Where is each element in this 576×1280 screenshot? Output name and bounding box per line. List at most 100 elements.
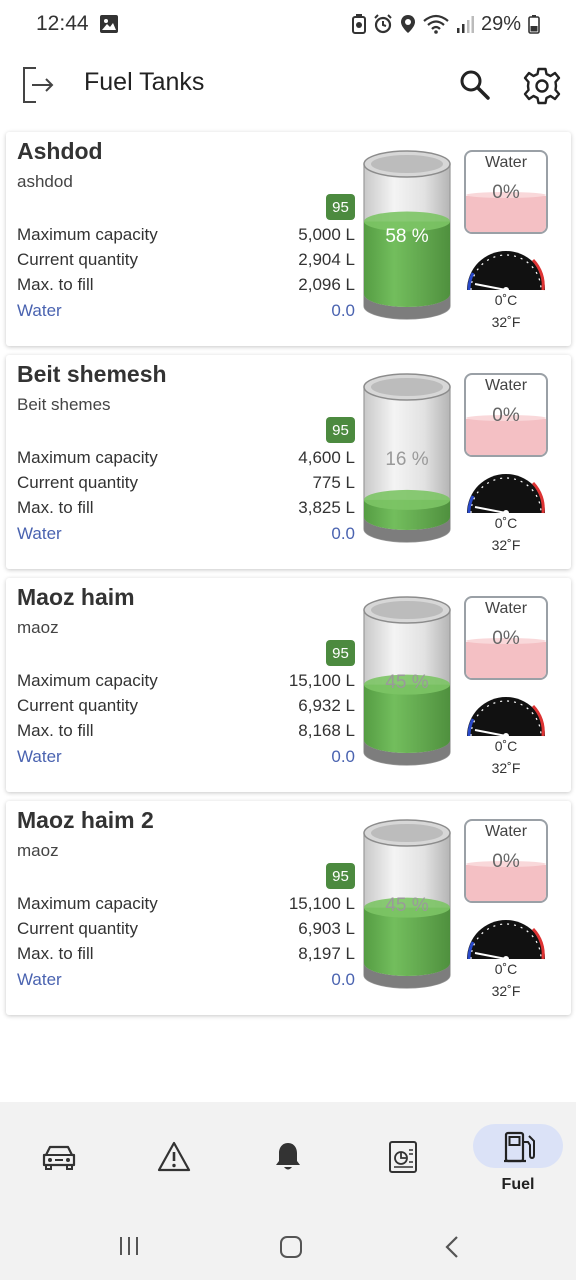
battery-saver-icon <box>351 14 366 34</box>
fill-percent-label: 45 % <box>385 895 428 916</box>
max-capacity-row: Maximum capacity 4,600 L <box>17 448 355 468</box>
tank-card[interactable]: Beit shemesh Beit shemes 95 Maximum capa… <box>6 355 571 569</box>
system-navigation-bar <box>0 1212 576 1280</box>
tank-card[interactable]: Maoz haim maoz 95 Maximum capacity 15,10… <box>6 578 571 792</box>
current-quantity-label: Current quantity <box>17 250 138 269</box>
status-bar: 12:44 29% <box>0 0 576 48</box>
tank-card[interactable]: Ashdod ashdod 95 Maximum capacity 5,000 … <box>6 132 571 346</box>
nav-alerts[interactable] <box>128 1124 218 1204</box>
current-quantity-value: 6,932 L <box>298 696 355 715</box>
settings-gear-icon[interactable] <box>522 66 562 106</box>
home-icon[interactable] <box>278 1234 304 1260</box>
temperature-gauge-icon <box>467 251 545 292</box>
max-to-fill-row: Max. to fill 3,825 L <box>17 498 355 518</box>
fill-percent-label: 16 % <box>385 449 428 470</box>
fill-percent-label: 45 % <box>385 672 428 693</box>
max-to-fill-row: Max. to fill 2,096 L <box>17 275 355 295</box>
fuel-grade-badge: 95 <box>326 640 355 666</box>
max-capacity-label: Maximum capacity <box>17 448 158 467</box>
wifi-icon <box>423 14 449 34</box>
water-level-gauge: Water 0% <box>464 596 548 680</box>
fuel-pump-icon <box>504 1131 535 1163</box>
current-quantity-label: Current quantity <box>17 696 138 715</box>
current-quantity-value: 775 L <box>312 473 355 492</box>
temperature-fahrenheit: 32˚F <box>491 760 521 776</box>
nav-reports[interactable] <box>357 1124 447 1204</box>
nav-vehicles[interactable] <box>13 1124 103 1204</box>
temperature-gauge-icon <box>467 474 545 515</box>
fuel-grade-badge: 95 <box>326 863 355 889</box>
max-capacity-label: Maximum capacity <box>17 671 158 690</box>
fill-percent-label: 58 % <box>385 226 428 247</box>
temperature-celsius: 0˚C <box>494 961 518 977</box>
water-row: Water 0.0 <box>17 524 355 544</box>
max-to-fill-label: Max. to fill <box>17 721 94 740</box>
water-gauge-label: Water <box>484 154 528 171</box>
back-icon[interactable] <box>440 1234 466 1260</box>
max-to-fill-label: Max. to fill <box>17 944 94 963</box>
water-gauge-label: Water <box>484 823 528 840</box>
app-bar: Fuel Tanks <box>0 50 576 120</box>
current-quantity-label: Current quantity <box>17 919 138 938</box>
battery-percent: 29% <box>480 12 521 35</box>
water-value: 0.0 <box>331 524 355 543</box>
current-quantity-row: Current quantity 6,903 L <box>17 919 355 939</box>
tank-subtitle: ashdod <box>17 172 73 191</box>
temperature-celsius: 0˚C <box>494 292 518 308</box>
water-level-gauge: Water 0% <box>464 819 548 903</box>
max-capacity-row: Maximum capacity 5,000 L <box>17 225 355 245</box>
water-percent: 0% <box>492 851 520 872</box>
water-row: Water 0.0 <box>17 301 355 321</box>
nav-notifications[interactable] <box>242 1124 332 1204</box>
water-value: 0.0 <box>331 747 355 766</box>
image-icon <box>99 15 118 33</box>
bottom-navigation: Fuel <box>0 1102 576 1212</box>
car-icon <box>42 1145 76 1170</box>
max-to-fill-label: Max. to fill <box>17 275 94 294</box>
water-label: Water <box>17 524 62 543</box>
current-quantity-label: Current quantity <box>17 473 138 492</box>
max-capacity-value: 4,600 L <box>298 448 355 467</box>
water-label: Water <box>17 970 62 989</box>
water-percent: 0% <box>492 405 520 426</box>
max-capacity-label: Maximum capacity <box>17 894 158 913</box>
status-time: 12:44 <box>36 12 89 35</box>
max-to-fill-value: 8,197 L <box>298 944 355 963</box>
alarm-icon <box>374 14 392 34</box>
max-to-fill-row: Max. to fill 8,168 L <box>17 721 355 741</box>
logout-icon[interactable] <box>20 66 56 104</box>
fuel-tank-level-graphic: 16 % <box>363 373 451 543</box>
current-quantity-value: 2,904 L <box>298 250 355 269</box>
signal-icon <box>456 16 474 33</box>
max-capacity-label: Maximum capacity <box>17 225 158 244</box>
temperature-fahrenheit: 32˚F <box>491 537 521 553</box>
max-capacity-row: Maximum capacity 15,100 L <box>17 671 355 691</box>
fuel-grade-badge: 95 <box>326 417 355 443</box>
temperature-fahrenheit: 32˚F <box>491 983 521 999</box>
search-icon[interactable] <box>458 68 492 102</box>
tank-name: Beit shemesh <box>17 361 167 387</box>
water-label: Water <box>17 747 62 766</box>
max-to-fill-value: 2,096 L <box>298 275 355 294</box>
temperature-celsius: 0˚C <box>494 738 518 754</box>
water-level-gauge: Water 0% <box>464 150 548 234</box>
fuel-grade-badge: 95 <box>326 194 355 220</box>
water-percent: 0% <box>492 182 520 203</box>
water-label: Water <box>17 301 62 320</box>
tank-card[interactable]: Maoz haim 2 maoz 95 Maximum capacity 15,… <box>6 801 571 1015</box>
tank-subtitle: maoz <box>17 841 59 860</box>
max-capacity-value: 15,100 L <box>288 671 355 690</box>
warning-icon <box>157 1141 191 1172</box>
current-quantity-row: Current quantity 775 L <box>17 473 355 493</box>
max-to-fill-value: 3,825 L <box>298 498 355 517</box>
max-capacity-value: 15,100 L <box>288 894 355 913</box>
nav-fuel-label: Fuel <box>501 1176 535 1193</box>
current-quantity-row: Current quantity 6,932 L <box>17 696 355 716</box>
water-percent: 0% <box>492 628 520 649</box>
recent-apps-icon[interactable] <box>116 1234 142 1258</box>
nav-fuel[interactable]: Fuel <box>473 1124 563 1204</box>
water-row: Water 0.0 <box>17 970 355 990</box>
tank-name: Ashdod <box>17 138 103 164</box>
battery-icon <box>528 15 540 34</box>
fuel-tank-level-graphic: 45 % <box>363 819 451 989</box>
